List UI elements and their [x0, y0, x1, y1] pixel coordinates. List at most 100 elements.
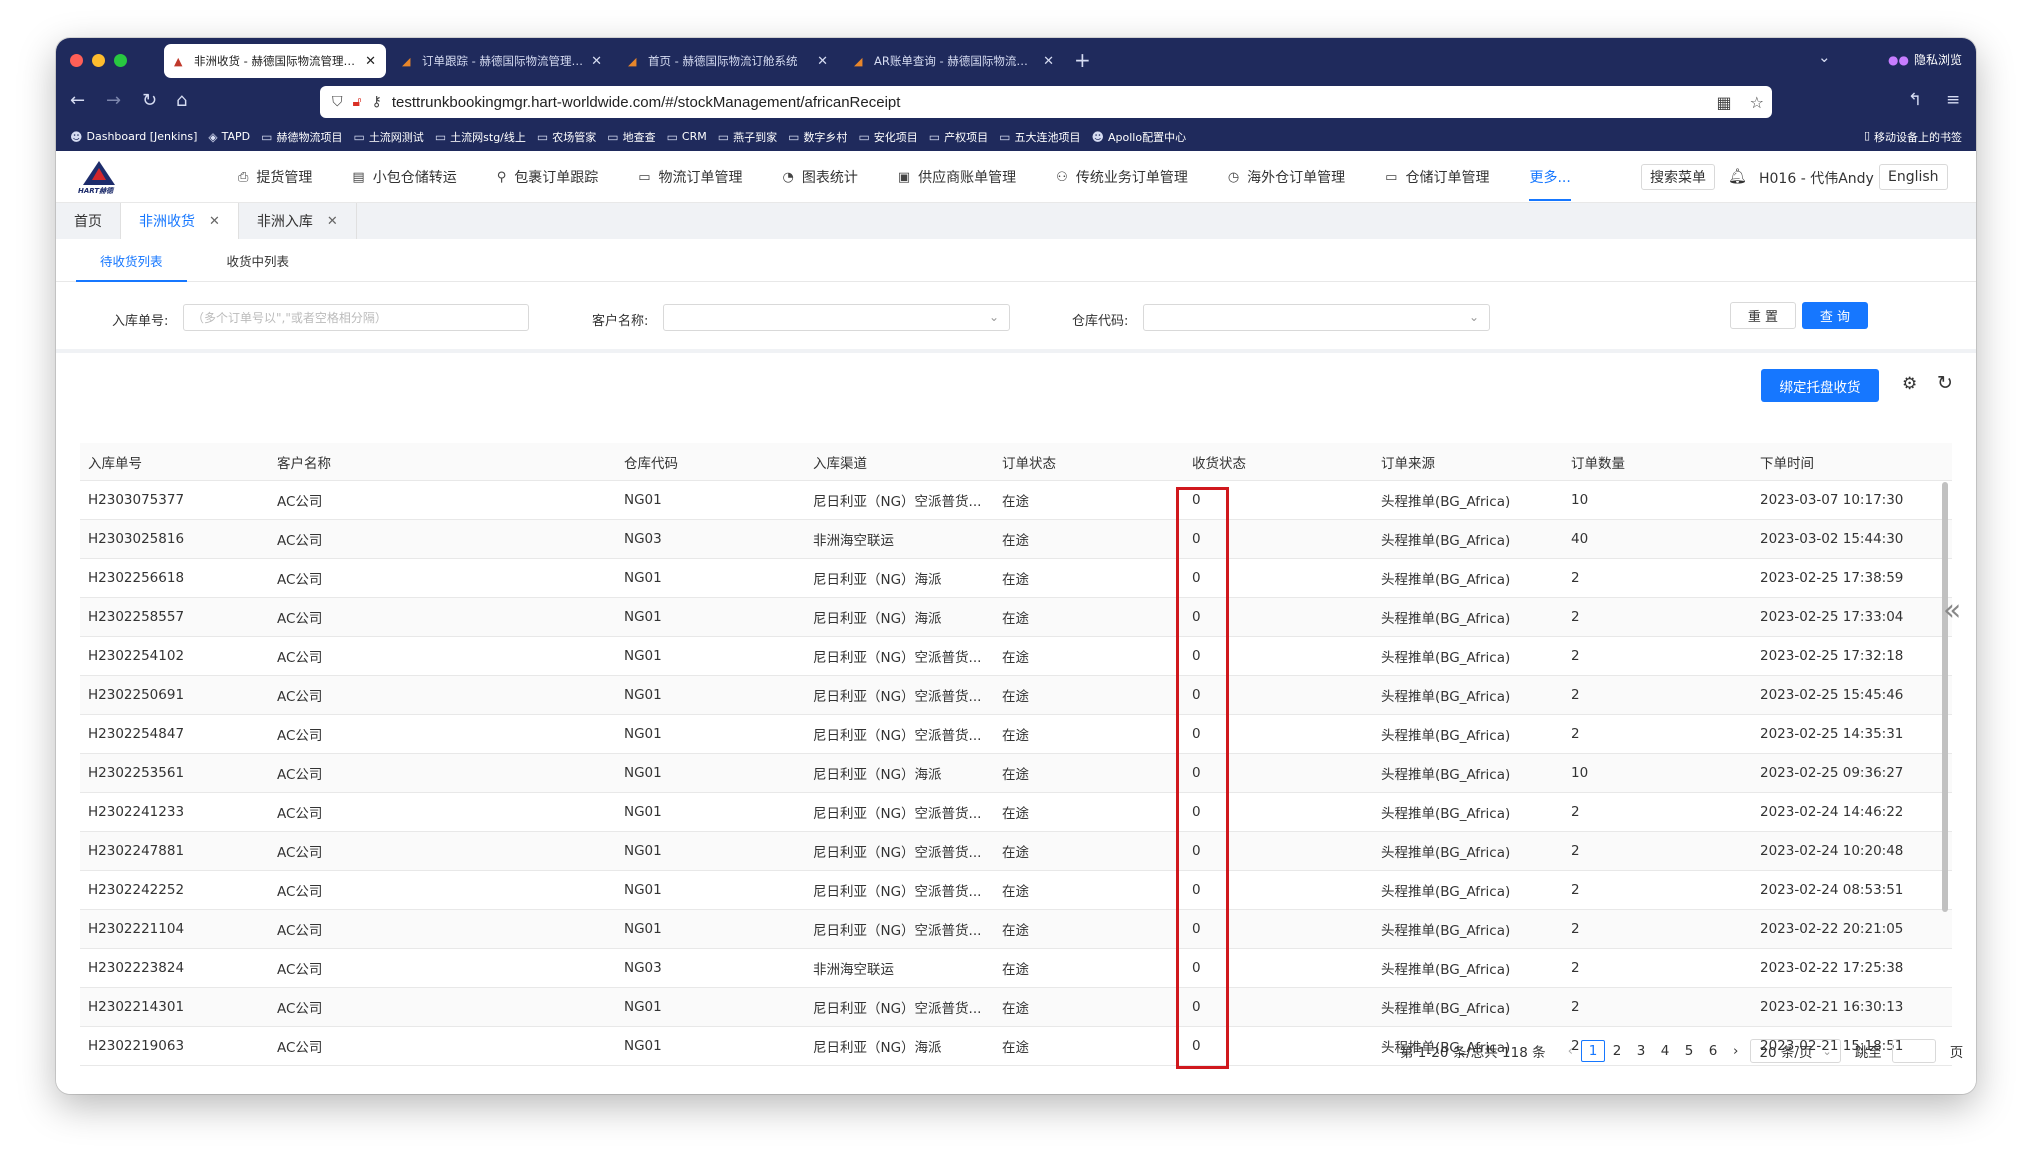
- page-number[interactable]: 4: [1653, 1043, 1677, 1059]
- menu-item-pickup[interactable]: ⎙ 提货管理: [238, 167, 312, 187]
- vertical-scrollbar[interactable]: [1942, 482, 1948, 912]
- page-tab-african-inbound[interactable]: 非洲入库 ✕: [239, 203, 357, 239]
- reload-icon[interactable]: ↻: [142, 90, 157, 111]
- table-row[interactable]: H2302241233 AC公司 NG01 尼日利亚（NG）空派普货... 在途 0 头程推…: [80, 793, 1952, 832]
- browser-tab-african-receipt[interactable]: ▲ 非洲收货 - 赫德国际物流管理系统 ✕: [164, 44, 386, 78]
- bookmark-folder[interactable]: ▭ CRM: [667, 130, 707, 144]
- close-icon[interactable]: ✕: [1043, 54, 1054, 69]
- page-size-select[interactable]: 20 条/页 ⌄: [1750, 1039, 1841, 1063]
- bookmark-folder[interactable]: ▭ 农场管家: [537, 129, 596, 145]
- browser-tab-ar-bill[interactable]: ◢ AR账单查询 - 赫德国际物流管理系统 ✕: [844, 44, 1064, 78]
- jump-page-input[interactable]: [1891, 1039, 1936, 1063]
- menu-item-charts[interactable]: ◔ 图表统计: [783, 167, 858, 187]
- maximize-window-button[interactable]: [114, 54, 127, 67]
- next-page-icon[interactable]: ›: [1733, 1043, 1738, 1059]
- bookmark-folder[interactable]: ▭ 土流网stg/线上: [435, 129, 526, 145]
- menu-item-traditional-orders[interactable]: ⚇ 传统业务订单管理: [1056, 167, 1188, 187]
- bookmark-folder[interactable]: ▭ 地查查: [607, 129, 655, 145]
- bookmark-star-icon[interactable]: ☆: [1750, 93, 1764, 112]
- menu-item-parcel-storage[interactable]: ▤ 小包仓储转运: [352, 167, 456, 187]
- bookmark-folder[interactable]: ▭ 土流网测试: [353, 129, 423, 145]
- table-row[interactable]: H2303075377 AC公司 NG01 尼日利亚（NG）空派普货... 在途 0 头程推…: [80, 481, 1952, 520]
- undo-arrow-icon[interactable]: ↰: [1908, 90, 1922, 110]
- cell-warehouse: NG03: [624, 960, 662, 976]
- refresh-icon[interactable]: ↻: [1937, 372, 1953, 394]
- insecure-lock-icon[interactable]: 🔓︎: [353, 94, 362, 110]
- table-row[interactable]: H2302254102 AC公司 NG01 尼日利亚（NG）空派普货... 在途 0 头程推…: [80, 637, 1952, 676]
- warehouse-select[interactable]: ⌄: [1143, 304, 1490, 331]
- home-icon[interactable]: ⌂: [176, 90, 187, 111]
- menu-item-supplier-bills[interactable]: ▣ 供应商账单管理: [898, 167, 1016, 187]
- hamburger-menu-icon[interactable]: ≡: [1946, 90, 1960, 110]
- close-icon[interactable]: ✕: [209, 214, 220, 229]
- shield-icon[interactable]: ⛉: [332, 94, 343, 110]
- page-number[interactable]: 6: [1701, 1043, 1725, 1059]
- gear-icon[interactable]: ⚙: [1902, 374, 1917, 394]
- table-row[interactable]: H2302253561 AC公司 NG01 尼日利亚（NG）海派 在途 0 头程推单(BG_…: [80, 754, 1952, 793]
- bookmark-folder[interactable]: ▭ 燕子到家: [718, 129, 777, 145]
- hart-logo[interactable]: HART赫德: [78, 161, 120, 195]
- close-icon[interactable]: ✕: [591, 54, 602, 69]
- table-row[interactable]: H2302223824 AC公司 NG03 非洲海空联运 在途 0 头程推单(BG_Afri…: [80, 949, 1952, 988]
- bookmark-folder[interactable]: ▭ 产权项目: [929, 129, 988, 145]
- minimize-window-button[interactable]: [92, 54, 105, 67]
- hart-favicon-icon: ◢: [628, 54, 637, 68]
- close-icon[interactable]: ✕: [817, 54, 828, 69]
- language-button[interactable]: English: [1879, 164, 1948, 190]
- page-tab-home[interactable]: 首页: [56, 203, 121, 239]
- reset-button[interactable]: 重 置: [1730, 302, 1796, 329]
- bookmark-folder[interactable]: ▭ 数字乡村: [788, 129, 847, 145]
- customer-select[interactable]: ⌄: [663, 304, 1010, 331]
- menu-item-more[interactable]: 更多...: [1529, 151, 1572, 203]
- browser-tab-home[interactable]: ◢ 首页 - 赫德国际物流订舱系统 ✕: [618, 44, 838, 78]
- hart-favicon-icon: ▲: [174, 54, 183, 68]
- page-tab-african-receipt[interactable]: 非洲收货 ✕: [121, 203, 239, 239]
- query-button[interactable]: 查 询: [1802, 302, 1868, 329]
- url-text[interactable]: testtrunkbookingmgr.hart-worldwide.com/#…: [392, 94, 1707, 111]
- close-icon[interactable]: ✕: [327, 214, 338, 229]
- browser-tab-order-tracking[interactable]: ◢ 订单跟踪 - 赫德国际物流管理系统 ✕: [392, 44, 612, 78]
- user-account[interactable]: H016 - 代伟Andy: [1759, 168, 1874, 188]
- table-row[interactable]: H2302258557 AC公司 NG01 尼日利亚（NG）海派 在途 0 头程推单(BG_…: [80, 598, 1952, 637]
- search-menu-button[interactable]: 搜索菜单: [1641, 164, 1715, 190]
- new-tab-plus-icon[interactable]: +: [1074, 48, 1091, 72]
- menu-item-parcel-tracking[interactable]: ⚲ 包裹订单跟踪: [497, 167, 599, 187]
- prev-page-icon[interactable]: ‹: [1568, 1043, 1573, 1059]
- close-icon[interactable]: ✕: [365, 54, 376, 69]
- key-icon[interactable]: ⚷: [372, 94, 382, 110]
- close-window-button[interactable]: [70, 54, 83, 67]
- tab-receiving[interactable]: 收货中列表: [203, 239, 314, 281]
- table-row[interactable]: H2302256618 AC公司 NG01 尼日利亚（NG）海派 在途 0 头程推单(BG_…: [80, 559, 1952, 598]
- tab-pending-receipt[interactable]: 待收货列表: [76, 239, 187, 282]
- page-number[interactable]: 3: [1629, 1043, 1653, 1059]
- order-no-input[interactable]: （多个订单号以","或者空格相分隔）: [183, 304, 529, 331]
- table-row[interactable]: H2303025816 AC公司 NG03 非洲海空联运 在途 0 头程推单(BG_Afri…: [80, 520, 1952, 559]
- back-arrow-icon[interactable]: ←: [70, 90, 85, 111]
- chevron-down-icon[interactable]: ⌄: [1818, 48, 1831, 66]
- bookmark-item[interactable]: ☻ Dashboard [Jenkins]: [70, 130, 197, 144]
- bookmark-item[interactable]: ☻ Apollo配置中心: [1091, 129, 1186, 145]
- bell-icon[interactable]: 🔔︎: [1728, 167, 1747, 185]
- table-row[interactable]: H2302254847 AC公司 NG01 尼日利亚（NG）空派普货... 在途 0 头程推…: [80, 715, 1952, 754]
- table-row[interactable]: H2302221104 AC公司 NG01 尼日利亚（NG）空派普货... 在途 0 头程推…: [80, 910, 1952, 949]
- table-row[interactable]: H2302250691 AC公司 NG01 尼日利亚（NG）空派普货... 在途 0 头程推…: [80, 676, 1952, 715]
- bookmark-folder[interactable]: ▭ 赫德物流项目: [261, 129, 342, 145]
- menu-item-logistics-orders[interactable]: ▭ 物流订单管理: [638, 167, 742, 187]
- forward-arrow-icon[interactable]: →: [106, 90, 121, 111]
- bookmark-folder[interactable]: ▭ 安化项目: [858, 129, 917, 145]
- menu-item-overseas-warehouse[interactable]: ◷ 海外仓订单管理: [1228, 167, 1345, 187]
- double-chevron-left-icon[interactable]: «: [1943, 593, 1961, 628]
- address-bar[interactable]: ⛉ 🔓︎ ⚷ testtrunkbookingmgr.hart-worldwid…: [320, 86, 1772, 118]
- qr-code-icon[interactable]: ▦: [1717, 93, 1732, 112]
- page-number[interactable]: 5: [1677, 1043, 1701, 1059]
- page-number[interactable]: 2: [1605, 1043, 1629, 1059]
- table-row[interactable]: H2302214301 AC公司 NG01 尼日利亚（NG）空派普货... 在途 0 头程推…: [80, 988, 1952, 1027]
- table-row[interactable]: H2302247881 AC公司 NG01 尼日利亚（NG）空派普货... 在途 0 头程推…: [80, 832, 1952, 871]
- menu-item-warehouse-orders[interactable]: ▭ 仓储订单管理: [1385, 167, 1489, 187]
- bookmark-folder[interactable]: ▭ 五大连池项目: [999, 129, 1080, 145]
- page-number[interactable]: 1: [1581, 1040, 1606, 1062]
- mobile-bookmarks[interactable]: ▯ 移动设备上的书签: [1864, 129, 1962, 145]
- table-row[interactable]: H2302242252 AC公司 NG01 尼日利亚（NG）空派普货... 在途 0 头程推…: [80, 871, 1952, 910]
- bookmark-item[interactable]: ◈ TAPD: [208, 130, 250, 144]
- bind-pallet-receipt-button[interactable]: 绑定托盘收货: [1761, 369, 1879, 402]
